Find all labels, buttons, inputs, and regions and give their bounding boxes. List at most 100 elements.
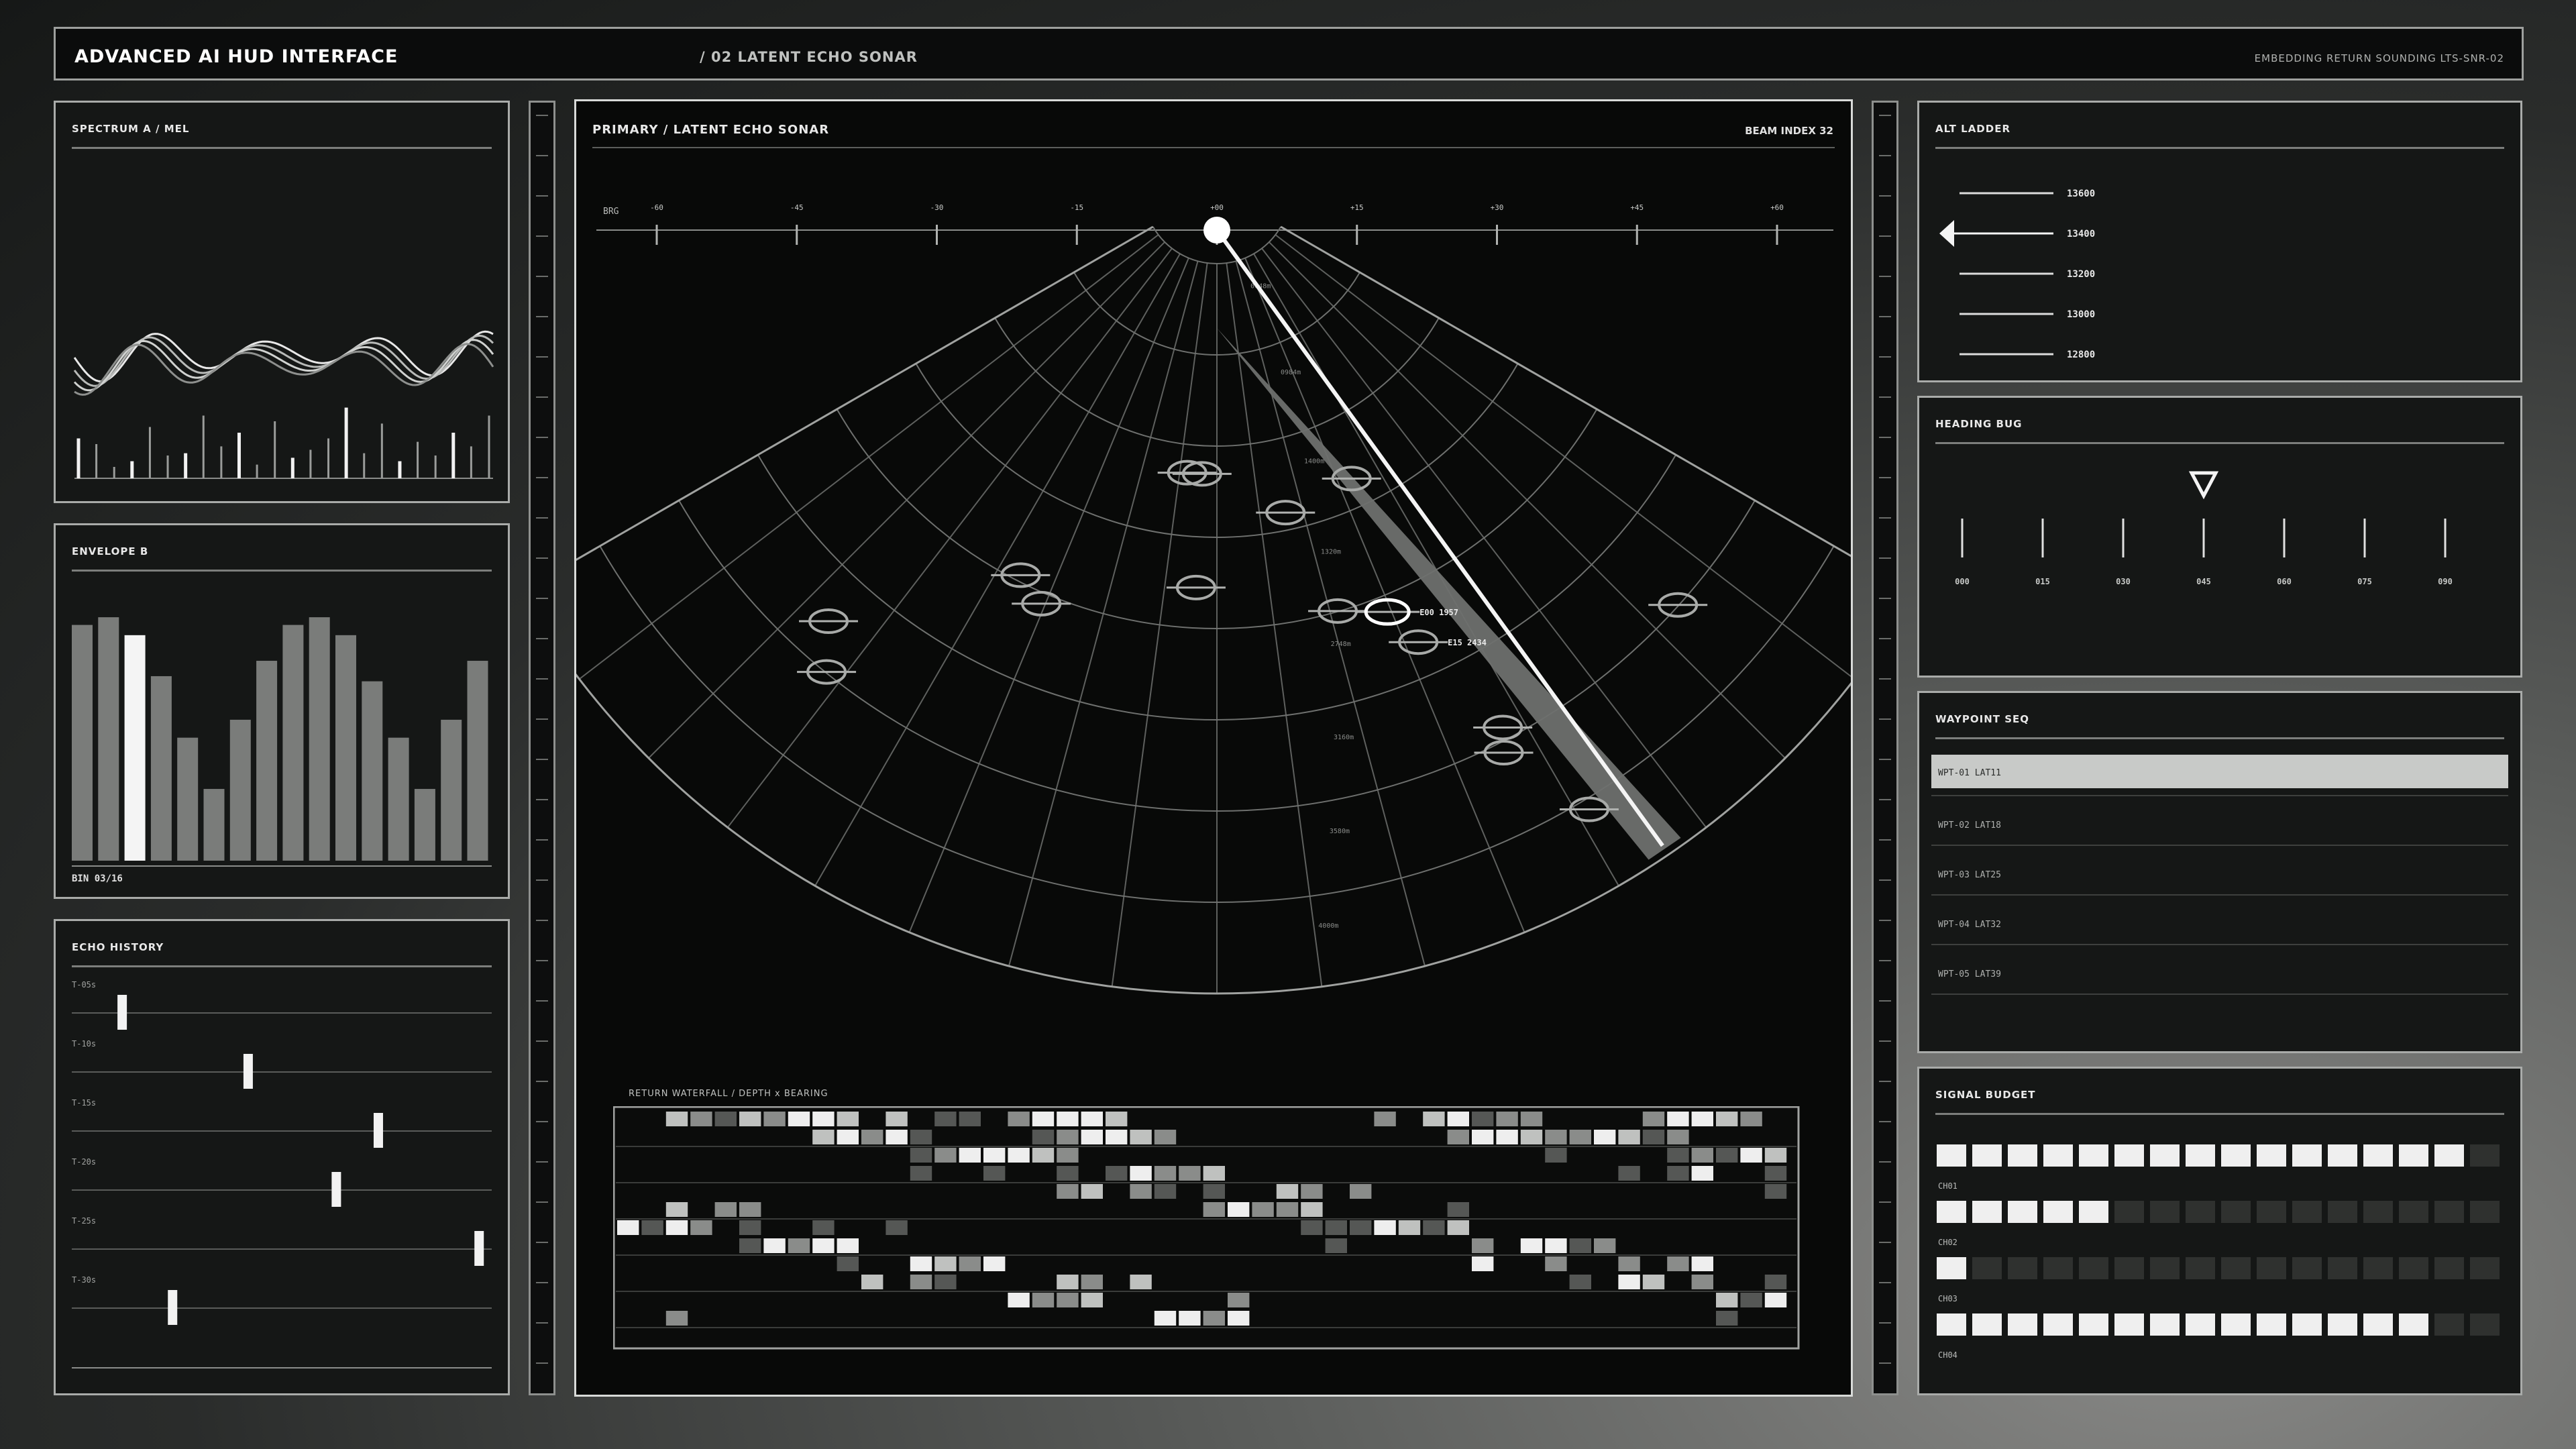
waterfall-cell — [1764, 1148, 1787, 1163]
range-label: 3160m — [1334, 734, 1354, 741]
waypoint-item[interactable]: WPT-03 LAT25 — [1931, 854, 2508, 888]
waterfall-cell — [1154, 1130, 1177, 1144]
sonar-beam-line — [1215, 229, 1664, 847]
waterfall-cell — [1301, 1220, 1323, 1235]
signal-budget-meter: CH01 CH02 CH03 CH04 — [1937, 1144, 2500, 1360]
waterfall-cell — [739, 1202, 761, 1217]
spectrum-waveform — [74, 343, 494, 396]
waterfall-cell — [763, 1112, 786, 1126]
spectrum-bar — [95, 444, 98, 478]
rail-tick — [1879, 517, 1891, 519]
rail-tick — [536, 1322, 548, 1324]
rail-tick — [1879, 1121, 1891, 1122]
waterfall-cell — [1325, 1220, 1347, 1235]
spectrum-bar — [451, 433, 455, 478]
rail-tick — [1879, 960, 1891, 961]
waypoint-item[interactable]: WPT-01 LAT11 — [1931, 755, 2508, 788]
envelope-bar — [414, 789, 435, 861]
signal-segment — [2221, 1201, 2251, 1223]
waypoint-item[interactable]: WPT-04 LAT32 — [1931, 904, 2508, 937]
signal-segment — [1937, 1313, 1966, 1336]
waterfall-cell — [1203, 1202, 1225, 1217]
waterfall-cell — [837, 1112, 859, 1126]
spectrum-bar — [237, 433, 241, 478]
waterfall-cell — [714, 1202, 737, 1217]
waterfall-cell — [1667, 1166, 1689, 1181]
heading-tick-label: 045 — [2196, 577, 2211, 586]
signal-segment — [2043, 1201, 2073, 1223]
signal-channel-label: CH02 — [1938, 1238, 1957, 1247]
top-bar: ADVANCED AI HUD INTERFACE / 02 LATENT EC… — [54, 27, 2524, 80]
signal-segment — [2186, 1257, 2215, 1279]
waterfall-cell — [1447, 1202, 1469, 1217]
waterfall-cell — [1203, 1166, 1225, 1181]
signal-segment — [2292, 1144, 2322, 1167]
signal-segment — [2079, 1313, 2108, 1336]
contact-label: E00 1957 — [1419, 608, 1458, 617]
signal-segment — [2363, 1313, 2393, 1336]
spectrum-bar — [380, 423, 383, 478]
envelope-bar — [98, 617, 119, 861]
signal-segment — [1972, 1201, 2002, 1223]
heading-bug-panel: HEADING BUG 000 015 030 045 060 075 090 — [1917, 396, 2522, 678]
waterfall-cell — [1081, 1112, 1103, 1126]
waterfall-cell — [1081, 1293, 1103, 1307]
envelope-bar — [467, 661, 488, 861]
waterfall-cell — [1350, 1184, 1372, 1199]
waterfall-cell — [1228, 1311, 1250, 1326]
signal-segment — [2008, 1201, 2037, 1223]
signal-segment — [2470, 1201, 2500, 1223]
spectrum-bar — [202, 415, 205, 478]
waterfall-cell — [1130, 1184, 1152, 1199]
signal-segment — [2434, 1144, 2464, 1167]
signal-segment — [2292, 1257, 2322, 1279]
signal-segment — [2150, 1257, 2180, 1279]
sonar-fan-edge — [576, 225, 1154, 561]
rail-tick — [536, 1040, 548, 1042]
signal-segment — [2328, 1257, 2357, 1279]
waterfall-cell — [885, 1220, 908, 1235]
waypoint-item[interactable]: WPT-02 LAT18 — [1931, 804, 2508, 838]
waterfall-cell — [1764, 1184, 1787, 1199]
rail-tick — [1879, 316, 1891, 317]
waterfall-cell — [1667, 1256, 1689, 1271]
signal-segment — [2470, 1313, 2500, 1336]
waterfall-cell — [1642, 1112, 1665, 1126]
waterfall-cell — [1472, 1256, 1494, 1271]
waypoint-divider — [1931, 795, 2508, 796]
spectrum-bar — [398, 461, 402, 478]
waterfall-cell — [788, 1238, 810, 1253]
echo-time-label: T-15s — [72, 1098, 96, 1108]
echo-marker — [117, 995, 127, 1030]
rail-tick — [536, 517, 548, 519]
waterfall-cell — [1374, 1112, 1396, 1126]
envelope-bin-label: BIN 03/16 — [72, 873, 123, 884]
heading-tick-label: 075 — [2357, 577, 2372, 586]
rail-tick — [1879, 1161, 1891, 1163]
rail-tick — [1879, 839, 1891, 841]
waypoint-item[interactable]: WPT-05 LAT39 — [1931, 953, 2508, 987]
waterfall-cell — [1179, 1311, 1201, 1326]
rail-tick — [1879, 759, 1891, 760]
waterfall-cell — [1520, 1112, 1543, 1126]
spectrum-bar — [148, 427, 151, 478]
waterfall-cell — [1154, 1311, 1177, 1326]
rail-tick — [1879, 1040, 1891, 1042]
signal-segment — [2221, 1313, 2251, 1336]
waterfall-cell — [934, 1275, 957, 1289]
heading-scale: 000 015 030 045 060 075 090 — [1955, 471, 2453, 586]
waterfall-cell — [1764, 1166, 1787, 1181]
left-rail — [529, 101, 555, 1395]
waterfall-cell — [1057, 1166, 1079, 1181]
waterfall-cell — [1545, 1148, 1567, 1163]
signal-segment — [2399, 1257, 2428, 1279]
signal-segment — [2150, 1144, 2180, 1167]
waterfall-cell — [1642, 1275, 1665, 1289]
rail-tick — [1879, 115, 1891, 116]
waterfall-cell — [1301, 1202, 1323, 1217]
spectrum-bar — [220, 446, 223, 478]
rail-tick — [536, 879, 548, 881]
signal-segment — [2079, 1201, 2108, 1223]
spectrum-bar — [434, 455, 437, 478]
waterfall-cell — [788, 1112, 810, 1126]
